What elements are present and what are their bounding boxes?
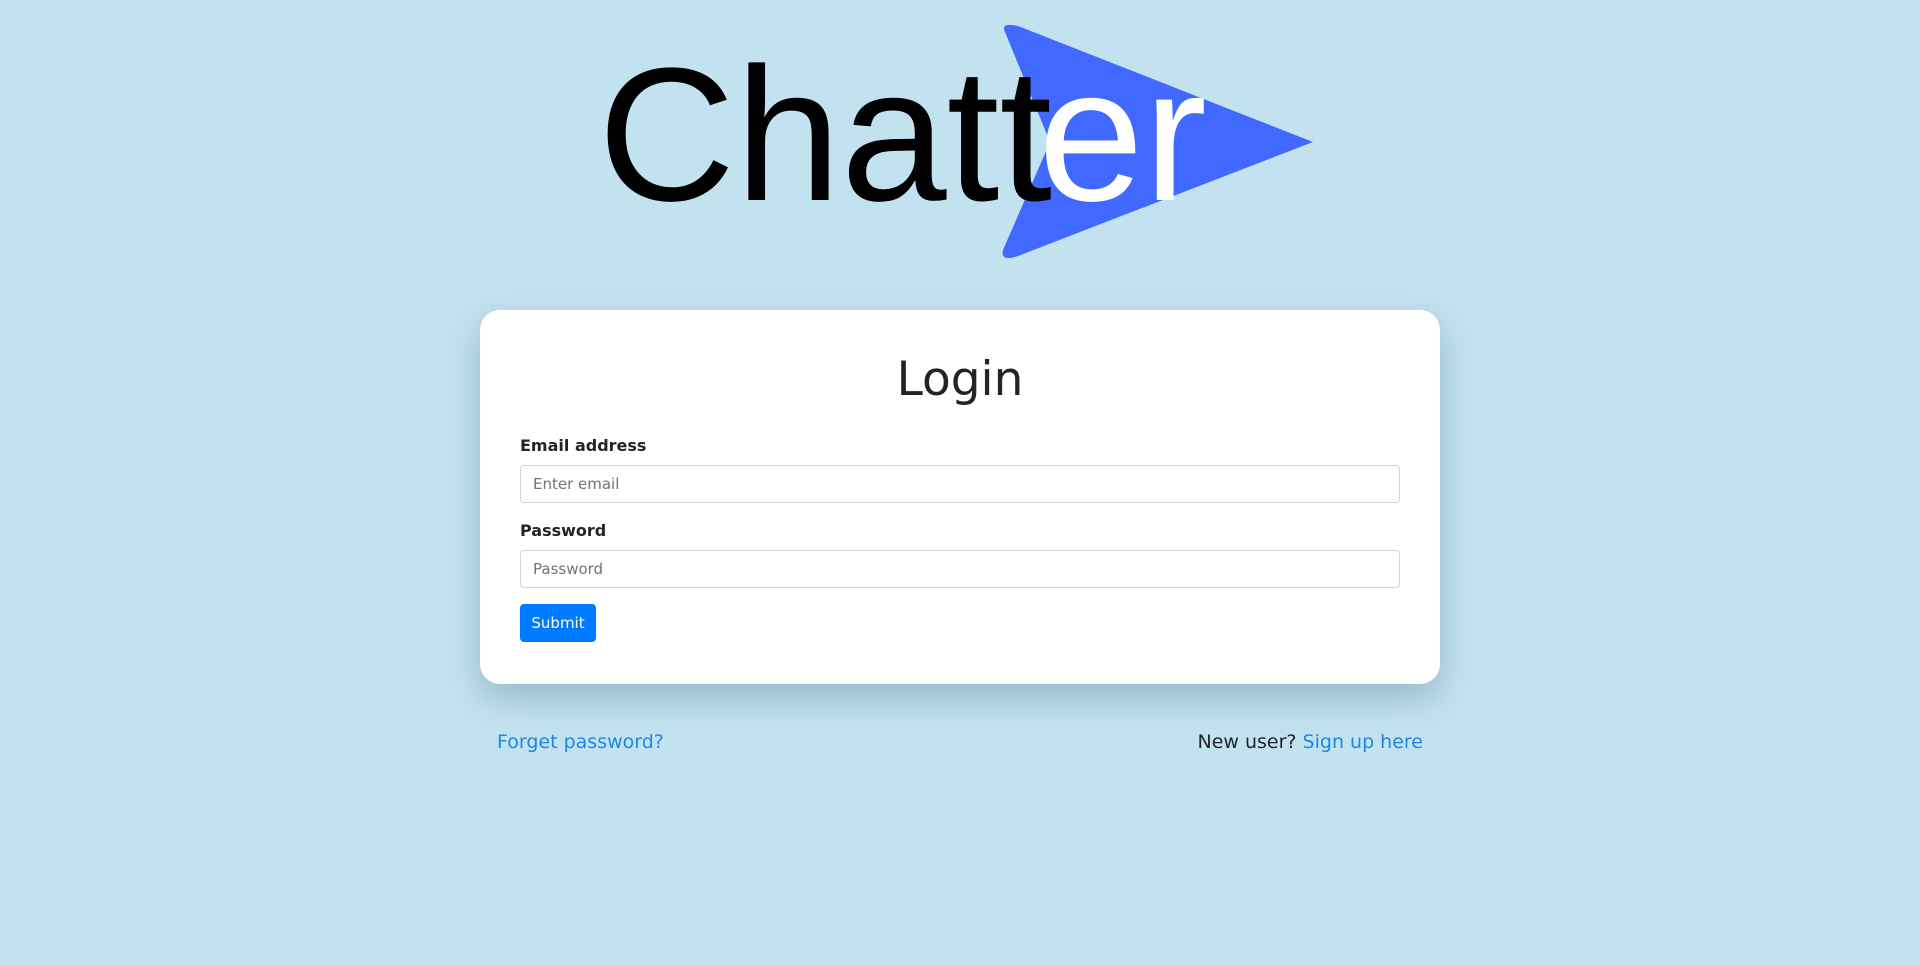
signup-link[interactable]: Sign up here xyxy=(1303,731,1423,753)
signup-prompt: New user? Sign up here xyxy=(1197,728,1423,756)
auth-footer-links: Forget password? New user? Sign up here xyxy=(497,728,1423,756)
logo-text-dark: Chatt xyxy=(598,29,1052,241)
login-title: Login xyxy=(896,352,1024,407)
login-page: Chatt er Login Email address Password Su… xyxy=(0,0,1920,966)
login-card: Login Email address Password Submit xyxy=(480,310,1440,684)
new-user-text: New user? xyxy=(1197,731,1303,753)
password-label: Password xyxy=(520,521,607,540)
submit-button[interactable]: Submit xyxy=(520,604,596,642)
logo-text-light: er xyxy=(1038,29,1207,241)
email-label: Email address xyxy=(520,436,647,455)
chatter-logo: Chatt er xyxy=(590,22,1320,262)
email-field[interactable] xyxy=(520,465,1400,503)
chatter-logo-graphic: Chatt er xyxy=(598,24,1313,258)
password-field[interactable] xyxy=(520,550,1400,588)
forgot-password-link[interactable]: Forget password? xyxy=(497,728,664,756)
